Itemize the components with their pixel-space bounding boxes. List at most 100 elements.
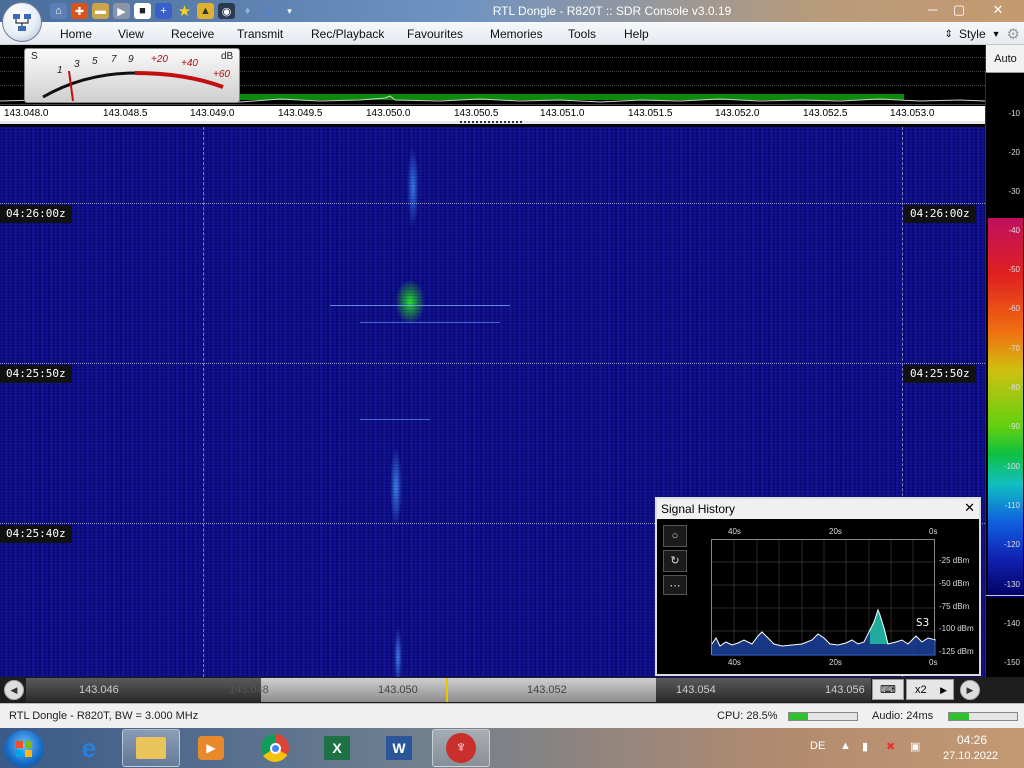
more-options-button[interactable]: ⋯ [663, 575, 687, 595]
excel-icon[interactable]: X [308, 729, 366, 767]
menu-favourites[interactable]: Favourites [407, 27, 463, 41]
scroll-left-button[interactable]: ◀ [4, 680, 24, 700]
menu-view[interactable]: View [118, 27, 144, 41]
bandwidth-marker[interactable] [460, 121, 522, 123]
undo-icon[interactable]: ↺ [260, 3, 277, 19]
drop-icon[interactable]: ♦ [239, 3, 256, 19]
cpu-status: CPU: 28.5% [717, 710, 778, 722]
tuner-cursor[interactable] [446, 678, 448, 702]
freq-tick: 143.050.0 [366, 108, 411, 119]
collapse-icon[interactable]: ⇕ [945, 29, 953, 40]
close-icon[interactable]: ✕ [964, 500, 975, 516]
stop-icon[interactable]: ■ [134, 3, 151, 19]
auto-scale-button[interactable]: Auto [986, 45, 1024, 73]
plus-icon[interactable]: + [155, 3, 172, 19]
menu-help[interactable]: Help [624, 27, 649, 41]
zoom-selector[interactable]: x2 ▶ [906, 679, 954, 700]
x-label-top: 20s [829, 527, 842, 536]
tuner-tick: 143.050 [378, 684, 418, 696]
menu-rec-playback[interactable]: Rec/Playback [311, 27, 384, 41]
db-scale: Auto -10 -20 -30 -40 -50 -60 -70 -80 -90… [985, 45, 1024, 677]
menu-home[interactable]: Home [60, 27, 92, 41]
ie-icon[interactable]: e [60, 729, 118, 767]
windows-logo-icon [16, 741, 32, 757]
dropdown-icon[interactable]: ▾ [281, 3, 298, 19]
chevron-down-icon: ▼ [991, 29, 1001, 39]
db-tick: -100 [1003, 462, 1020, 471]
db-tick: -70 [1008, 344, 1020, 353]
signal-history-title: Signal History [661, 502, 736, 516]
carrier-trace [330, 305, 510, 306]
gear-icon[interactable]: ⚙ [1007, 25, 1020, 43]
minimize-button[interactable]: ─ [920, 1, 946, 19]
lock-icon[interactable]: ▲ [197, 3, 214, 19]
maximize-button[interactable]: ▢ [946, 1, 972, 19]
db-tick: -140 [1003, 619, 1020, 628]
close-button[interactable]: ✕ [985, 1, 1011, 19]
cpu-progress [788, 712, 858, 721]
db-tick: -110 [1004, 501, 1020, 510]
keyboard-icon[interactable]: ⌨ [872, 679, 904, 700]
audio-status: Audio: 24ms [872, 710, 934, 722]
x-label-bottom: 20s [829, 658, 842, 667]
camera-icon[interactable]: ◉ [218, 3, 235, 19]
chevron-right-icon: ▶ [940, 685, 947, 695]
freq-tick: 143.053.0 [890, 108, 935, 119]
word-icon[interactable]: W [370, 729, 428, 767]
action-center-icon[interactable]: ▣ [910, 740, 920, 753]
clock-time[interactable]: 04:26 [957, 733, 987, 747]
db-tick: -30 [1008, 187, 1020, 196]
signal-history-plot [711, 539, 937, 656]
freq-tick: 143.050.5 [454, 108, 499, 119]
time-gridline [0, 363, 985, 364]
tuner-tick: 143.056 [825, 684, 865, 696]
network-icon[interactable]: ▮ [862, 740, 868, 753]
home-icon[interactable]: ⌂ [50, 3, 67, 19]
s-unit-reading: S3 [916, 616, 930, 629]
media-player-icon[interactable]: ▶ [182, 729, 240, 767]
db-tick: -80 [1008, 383, 1020, 392]
menu-transmit[interactable]: Transmit [237, 27, 283, 41]
time-label-left: 04:25:50z [0, 365, 72, 383]
x-label-bottom: 0s [929, 658, 938, 667]
frequency-scale[interactable]: 143.048.0 143.048.5 143.049.0 143.049.5 … [0, 106, 985, 124]
language-indicator[interactable]: DE [810, 740, 825, 752]
play-icon[interactable]: ▶ [113, 3, 130, 19]
frequency-scroll-bar[interactable]: 143.046 143.048 143.050 143.052 143.054 … [26, 678, 871, 702]
time-label-right: 04:26:00z [904, 205, 976, 223]
s-meter: S dB 1 3 5 7 9 +20 +40 +60 [24, 48, 240, 103]
signal-history-panel: Signal History ✕ ○ ↻ ⋯ 40s 20s 0s S3 -25… [655, 497, 981, 676]
freq-tick: 143.048.5 [103, 108, 148, 119]
volume-muted-icon[interactable]: ✖ [886, 740, 895, 753]
reset-button[interactable]: ↻ [663, 550, 687, 572]
db-tick: -130 [1003, 580, 1020, 589]
chrome-icon[interactable] [246, 729, 304, 767]
app-menu-button[interactable] [2, 2, 42, 42]
x-label-top: 40s [728, 527, 741, 536]
signal-history-header[interactable]: Signal History ✕ [657, 499, 979, 519]
folder-icon[interactable]: ▬ [92, 3, 109, 19]
sdr-console-icon[interactable]: ♆ [432, 729, 490, 767]
menu-tools[interactable]: Tools [568, 27, 596, 41]
start-button[interactable] [4, 730, 44, 768]
y-label: -25 dBm [939, 556, 970, 565]
smeter-arc [42, 70, 224, 102]
help-ring-icon[interactable]: ✚ [71, 3, 88, 19]
menu-receive[interactable]: Receive [171, 27, 214, 41]
audio-progress [948, 712, 1018, 721]
freq-tick: 143.052.5 [803, 108, 848, 119]
show-hidden-icons[interactable]: ▲ [840, 740, 851, 752]
style-selector[interactable]: ⇕ Style ▼ ⚙ [945, 25, 1020, 43]
db-tick: -10 [1008, 109, 1020, 118]
y-label: -75 dBm [939, 602, 970, 611]
scroll-right-button[interactable]: ▶ [960, 680, 980, 700]
explorer-icon[interactable] [122, 729, 180, 767]
clock-date[interactable]: 27.10.2022 [943, 750, 998, 762]
star-icon[interactable]: ★ [176, 3, 193, 20]
time-label-left: 04:26:00z [0, 205, 72, 223]
freq-tick: 143.051.0 [540, 108, 585, 119]
zoom-label: x2 [915, 684, 927, 696]
db-tick: -150 [1003, 658, 1020, 667]
menu-memories[interactable]: Memories [490, 27, 543, 41]
record-toggle-button[interactable]: ○ [663, 525, 687, 547]
